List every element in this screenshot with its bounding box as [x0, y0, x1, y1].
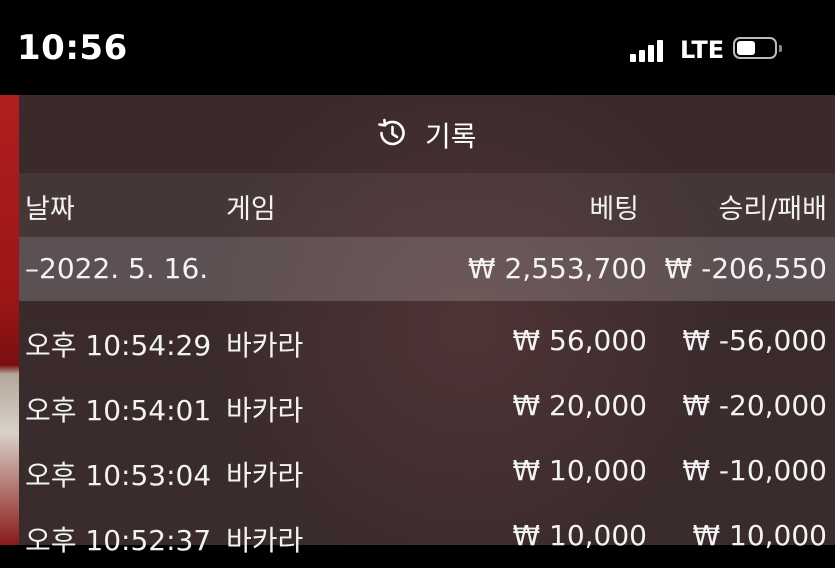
history-icon — [378, 118, 405, 146]
status-bar: 10:56 LTE — [0, 0, 835, 95]
panel-header: 기록 — [19, 95, 835, 173]
row-result: ₩ -56,000 — [682, 324, 827, 357]
row-bet: ₩ 20,000 — [512, 389, 647, 422]
row-bet: ₩ 10,000 — [512, 519, 647, 552]
row-game: 바카라 — [226, 329, 304, 362]
col-bet: 베팅 — [589, 194, 639, 225]
history-panel: 기록 날짜 게임 베팅 승리/패배 –2022. 5. 16. ₩ 2,553,… — [19, 95, 835, 557]
table-row[interactable]: 오후 10:53:04 바카라 ₩ 10,000 ₩ -10,000 — [19, 439, 835, 503]
row-time: 오후 10:54:01 — [25, 394, 212, 427]
date-group-result: ₩ -206,550 — [664, 252, 827, 285]
row-time: 오후 10:54:29 — [25, 329, 212, 362]
row-game: 바카라 — [226, 524, 304, 557]
date-group-bet: ₩ 2,553,700 — [467, 252, 647, 285]
table-row[interactable]: 오후 10:54:01 바카라 ₩ 20,000 ₩ -20,000 — [19, 374, 835, 438]
col-game: 게임 — [226, 194, 276, 225]
row-result: ₩ 10,000 — [692, 519, 827, 552]
row-result: ₩ -10,000 — [682, 454, 827, 487]
col-date: 날짜 — [25, 194, 75, 225]
table-header: 날짜 게임 베팅 승리/패배 — [19, 173, 835, 237]
table-row[interactable]: 오후 10:54:29 바카라 ₩ 56,000 ₩ -56,000 — [19, 309, 835, 373]
table-row[interactable]: 오후 10:52:37 바카라 ₩ 10,000 ₩ 10,000 — [19, 504, 835, 568]
row-time: 오후 10:53:04 — [25, 459, 212, 492]
date-group-label: –2022. 5. 16. — [25, 252, 209, 285]
battery-icon — [733, 37, 782, 61]
date-group-row[interactable]: –2022. 5. 16. ₩ 2,553,700 ₩ -206,550 — [19, 237, 835, 301]
row-bet: ₩ 56,000 — [512, 324, 647, 357]
row-bet: ₩ 10,000 — [512, 454, 647, 487]
row-game: 바카라 — [226, 459, 304, 492]
panel-title: 기록 — [425, 120, 477, 153]
status-time: 10:56 — [17, 28, 128, 68]
col-result: 승리/패배 — [718, 194, 827, 225]
row-time: 오후 10:52:37 — [25, 524, 212, 557]
cellular-signal-icon — [630, 38, 670, 62]
network-type: LTE — [680, 36, 725, 64]
row-game: 바카라 — [226, 394, 304, 427]
row-result: ₩ -20,000 — [682, 389, 827, 422]
